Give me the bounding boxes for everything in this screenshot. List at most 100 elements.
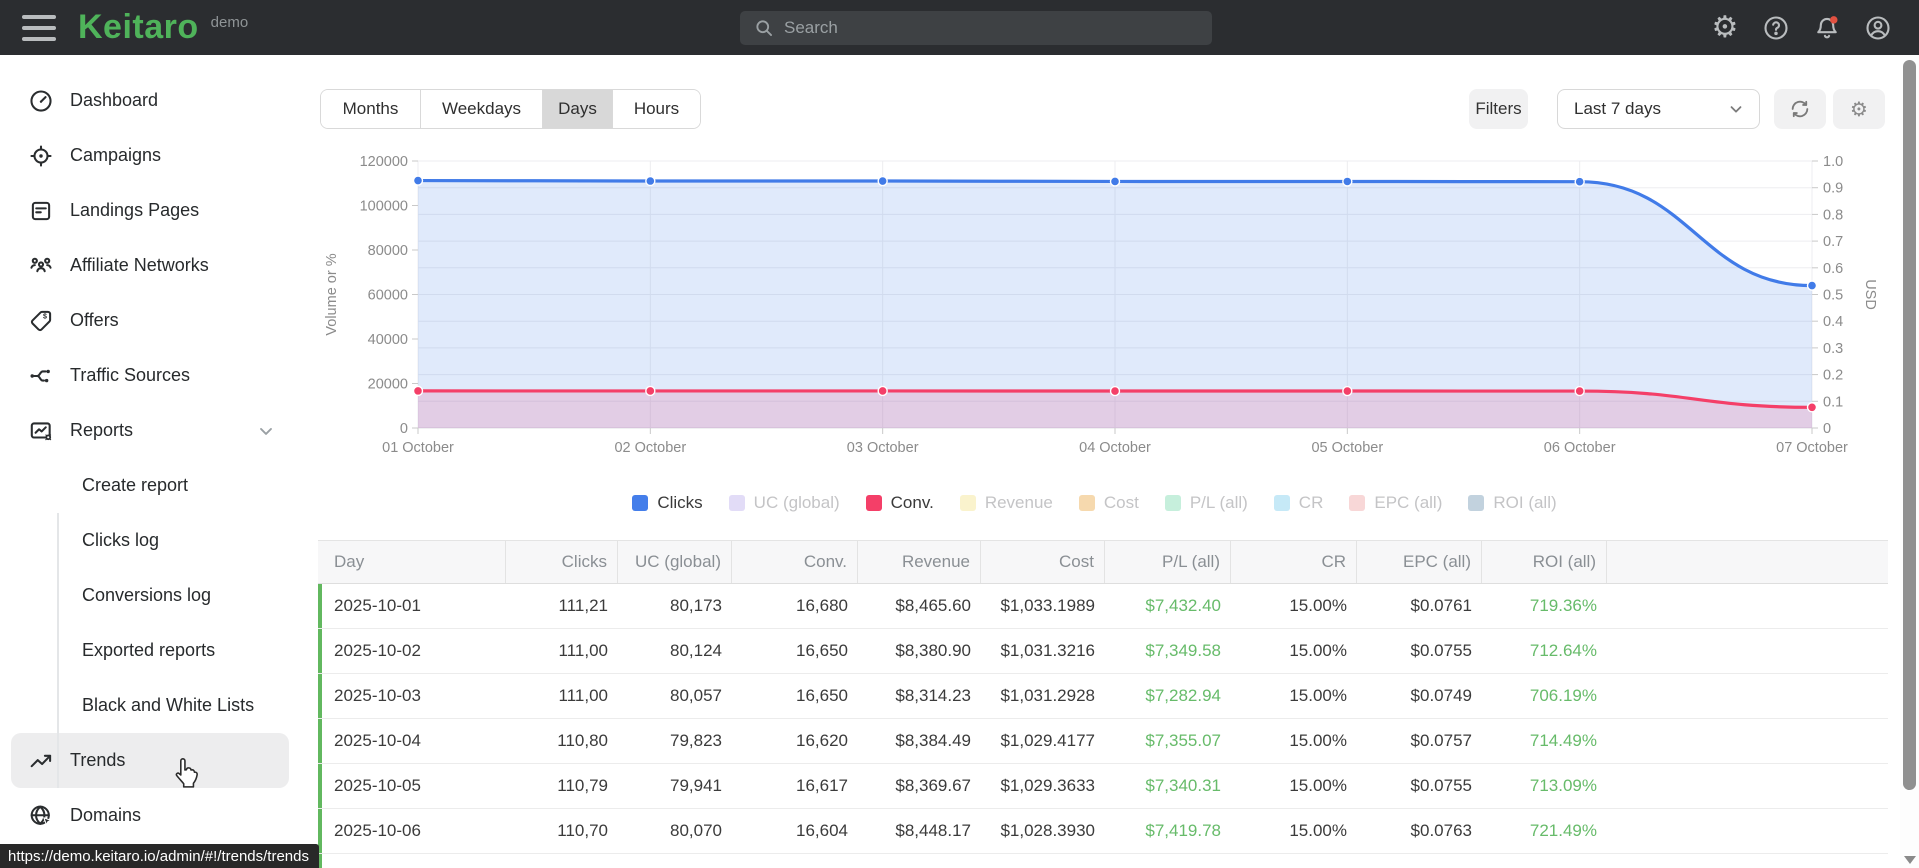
trends-chart[interactable]: 01 October 02 October 03 October 04 October…	[300, 130, 1889, 475]
data-point[interactable]	[1806, 402, 1818, 413]
sidebar-item-label: Clicks log	[82, 530, 160, 550]
sidebar-item-exported-reports[interactable]: Exported reports	[0, 623, 300, 678]
table-cell: 80,070	[670, 821, 722, 840]
scrollbar-thumb[interactable]	[1903, 60, 1916, 790]
legend-item-conv-[interactable]: Conv.	[865, 493, 934, 513]
sidebar-item-dashboard[interactable]: Dashboard	[0, 73, 300, 128]
column-header-roi-all-[interactable]: ROI (all)	[1482, 541, 1607, 583]
table-cell: 15.00%	[1289, 641, 1347, 660]
hamburger-menu-icon[interactable]	[22, 14, 56, 41]
column-header-day[interactable]: Day	[322, 541, 506, 583]
table-cell: 16,620	[796, 731, 848, 750]
refresh-button[interactable]	[1774, 89, 1826, 129]
tab-months[interactable]: Months	[321, 90, 421, 128]
legend-item-revenue[interactable]: Revenue	[959, 493, 1053, 513]
table-cell: 2025-10-01	[334, 596, 421, 615]
landings-icon	[31, 201, 51, 220]
gear-icon: ⚙	[1850, 97, 1868, 121]
filters-button[interactable]: Filters	[1469, 89, 1528, 129]
scrollbar-down-arrow[interactable]	[1904, 856, 1916, 864]
column-header-cost[interactable]: Cost	[981, 541, 1105, 583]
bell-icon[interactable]	[1808, 9, 1846, 47]
legend-item-cr[interactable]: CR	[1273, 493, 1323, 513]
legend-color-chip	[1078, 495, 1095, 511]
sidebar-item-domains[interactable]: Domains	[0, 788, 300, 843]
data-point[interactable]	[1109, 385, 1121, 397]
sidebar-item-clicks-log[interactable]: Clicks log	[0, 513, 300, 568]
data-point[interactable]	[1342, 176, 1353, 187]
table-cell: 706.19%	[1529, 686, 1597, 705]
table-cell: 80,124	[670, 641, 722, 660]
legend-item-roi-all-[interactable]: ROI (all)	[1468, 493, 1557, 513]
column-header-conv-[interactable]: Conv.	[732, 541, 858, 583]
table-cell: $8,314.23	[895, 686, 971, 705]
sidebar-item-reports[interactable]: Reports	[0, 403, 300, 458]
table-row[interactable]: 2025-10-04 110,80 79,823 16,620 $8,384.49 $1,…	[318, 719, 1888, 764]
table-cell: 2025-10-06	[334, 821, 421, 840]
data-point[interactable]	[1109, 176, 1121, 187]
data-point[interactable]	[877, 175, 888, 187]
legend-item-clicks[interactable]: Clicks	[632, 493, 703, 513]
table-cell: $8,380.90	[895, 641, 971, 660]
legend-item-cost[interactable]: Cost	[1078, 493, 1139, 513]
data-point[interactable]	[412, 175, 424, 186]
data-point[interactable]	[1574, 385, 1585, 397]
column-header-p-l-all-[interactable]: P/L (all)	[1105, 541, 1231, 583]
chart-settings-button[interactable]: ⚙	[1833, 89, 1885, 129]
table-cell: $0.0763	[1410, 821, 1472, 840]
table-row[interactable]: 2025-10-06 110,70 80,070 16,604 $8,448.17 $1,…	[318, 809, 1888, 854]
data-point[interactable]	[1806, 280, 1818, 291]
sidebar-item-create-report[interactable]: Create report	[0, 458, 300, 513]
right-axis-tick: 0.2	[1823, 368, 1843, 384]
data-point[interactable]	[877, 385, 888, 397]
column-header-uc-global-[interactable]: UC (global)	[618, 541, 732, 583]
help-icon[interactable]	[1757, 9, 1795, 47]
tab-weekdays[interactable]: Weekdays	[421, 90, 543, 128]
data-point[interactable]	[1342, 385, 1353, 397]
page-scrollbar[interactable]	[1900, 55, 1919, 868]
data-point[interactable]	[1574, 176, 1585, 187]
search-icon	[756, 20, 772, 36]
sidebar-item-label: Conversions log	[82, 585, 212, 605]
column-header-epc-all-[interactable]: EPC (all)	[1357, 541, 1482, 583]
table-row[interactable]: 2025-10-0711,4011,4572,440$1,200.34$527.…	[318, 854, 1888, 868]
legend-item-p-l-all-[interactable]: P/L (all)	[1164, 493, 1248, 513]
tab-hours[interactable]: Hours	[613, 90, 700, 128]
search-bar[interactable]	[740, 11, 1212, 45]
right-axis-title: USD	[1862, 279, 1878, 310]
search-input[interactable]	[784, 18, 1212, 38]
table-row[interactable]: 2025-10-02 111,00 80,124 16,650 $8,380.90 $1,…	[318, 629, 1888, 674]
table-cell: $1,029.3633	[1000, 776, 1095, 795]
user-icon[interactable]	[1859, 9, 1897, 47]
column-header-cr[interactable]: CR	[1231, 541, 1357, 583]
sidebar-item-affiliate-networks[interactable]: Affiliate Networks	[0, 238, 300, 293]
sidebar-item-black-and-white-lists[interactable]: Black and White Lists	[0, 678, 300, 733]
sidebar-item-conversions-log[interactable]: Conversions log	[0, 568, 300, 623]
table-cell: 721.49%	[1529, 821, 1597, 840]
table-row[interactable]: 2025-10-01 111,21 80,173 16,680 $8,465.60 $1,…	[318, 584, 1888, 629]
sidebar-item-trends[interactable]: Trends	[11, 733, 289, 788]
table-row[interactable]: 2025-10-05 110,79 79,941 16,617 $8,369.67 $1,…	[318, 764, 1888, 809]
data-point[interactable]	[645, 385, 656, 397]
sidebar-item-landings-pages[interactable]: Landings Pages	[0, 183, 300, 238]
legend-item-epc-all-[interactable]: EPC (all)	[1349, 493, 1442, 513]
table-cell: 110,70	[557, 821, 608, 840]
sidebar-item-label: Traffic Sources	[70, 365, 191, 385]
sidebar-item-offers[interactable]: $ Offers	[0, 293, 300, 348]
sidebar-item-traffic-sources[interactable]: Traffic Sources	[0, 348, 300, 403]
column-header-clicks[interactable]: Clicks	[506, 541, 618, 583]
left-axis-tick: 0	[400, 421, 408, 437]
gear-icon[interactable]: ⚙	[1706, 9, 1744, 47]
data-point[interactable]	[412, 385, 424, 397]
x-axis-label: 06 October	[1544, 440, 1616, 456]
data-point[interactable]	[645, 175, 656, 187]
table-row[interactable]: 2025-10-03 111,00 80,057 16,650 $8,314.23 $1,…	[318, 674, 1888, 719]
table-cell: 2025-10-05	[334, 776, 421, 795]
legend-item-uc-global-[interactable]: UC (global)	[728, 493, 840, 513]
app-logo[interactable]: Keitaro	[78, 8, 199, 47]
sidebar-item-campaigns[interactable]: Campaigns	[0, 128, 300, 183]
table-cell: 79,941	[670, 776, 722, 795]
date-range-select[interactable]: Last 7 days	[1557, 89, 1760, 129]
tab-days[interactable]: Days	[543, 90, 613, 128]
column-header-revenue[interactable]: Revenue	[858, 541, 981, 583]
